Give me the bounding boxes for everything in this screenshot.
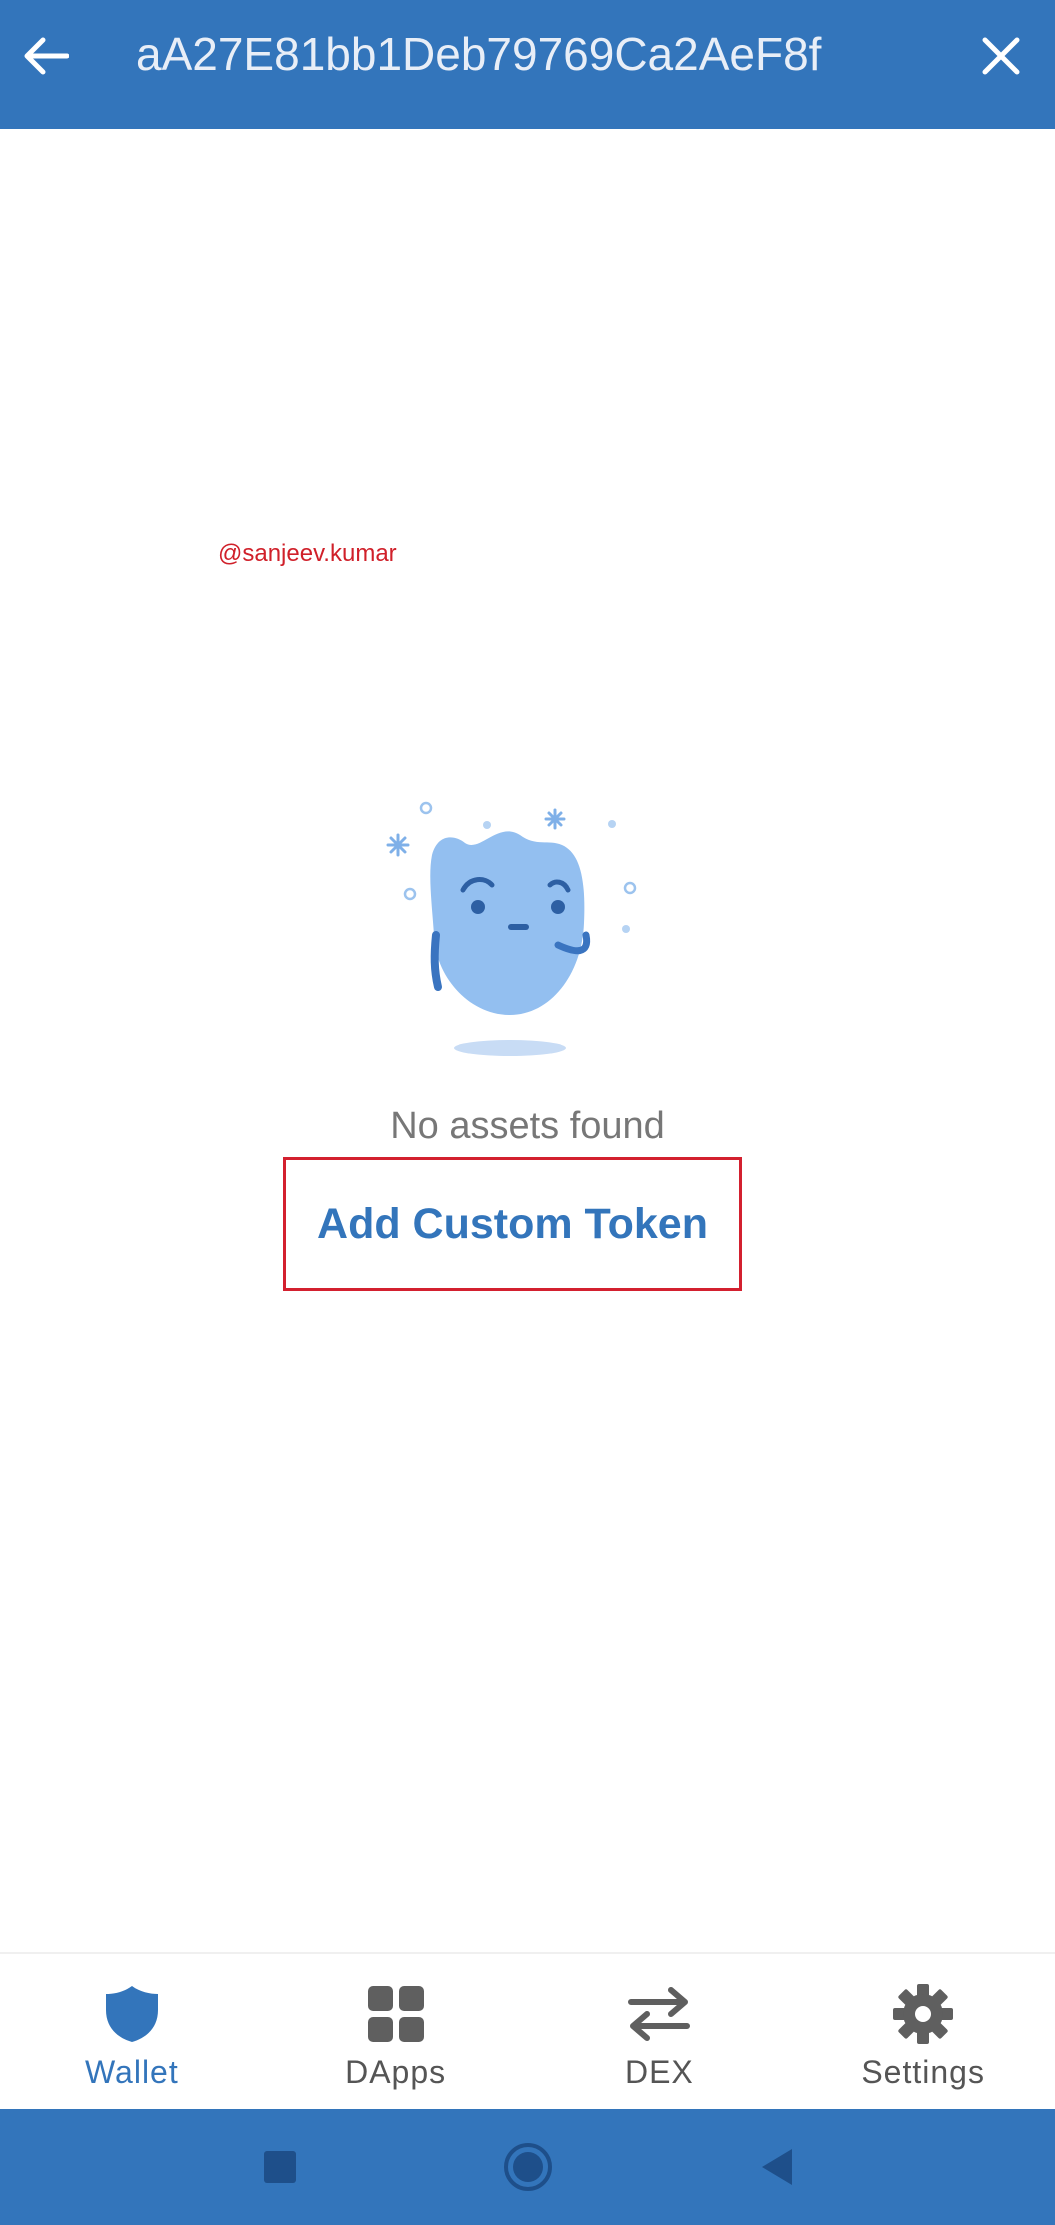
back-button[interactable] — [20, 30, 72, 82]
add-custom-token-button[interactable]: Add Custom Token — [283, 1157, 742, 1291]
close-icon — [982, 37, 1020, 75]
empty-state-illustration — [380, 795, 640, 1065]
square-icon — [263, 2151, 296, 2183]
nav-item-wallet[interactable]: Wallet — [0, 1954, 264, 2111]
arrow-left-icon — [24, 37, 69, 75]
nav-item-settings[interactable]: Settings — [791, 1954, 1055, 2111]
nav-label-settings: Settings — [861, 2054, 985, 2090]
page-title: aA27E81bb1Deb79769Ca2AeF8f — [136, 28, 822, 80]
nav-item-dex[interactable]: DEX — [528, 1954, 792, 2111]
empty-state-message: No assets found — [390, 1105, 665, 1147]
nav-item-dapps[interactable]: DApps — [264, 1954, 528, 2111]
nav-label-dapps: DApps — [345, 2054, 447, 2090]
gear-icon — [893, 1984, 954, 2044]
shield-icon — [105, 1986, 158, 2042]
app-bar: aA27E81bb1Deb79769Ca2AeF8f — [0, 0, 1055, 129]
circle-icon — [503, 2143, 552, 2191]
nav-label-wallet: Wallet — [85, 2054, 179, 2090]
home-button[interactable] — [478, 2127, 578, 2207]
system-navigation-bar — [0, 2109, 1055, 2225]
bottom-navigation: Wallet DApps DEX Settings — [0, 1952, 1055, 2111]
swap-arrows-icon — [628, 1987, 691, 2041]
watermark-text: @sanjeev.kumar — [218, 540, 397, 567]
system-back-button[interactable] — [726, 2127, 826, 2207]
close-button[interactable] — [971, 26, 1031, 86]
triangle-back-icon — [761, 2149, 792, 2185]
recents-button[interactable] — [230, 2127, 330, 2207]
nav-label-dex: DEX — [624, 2054, 694, 2090]
grid-icon — [367, 1986, 424, 2042]
